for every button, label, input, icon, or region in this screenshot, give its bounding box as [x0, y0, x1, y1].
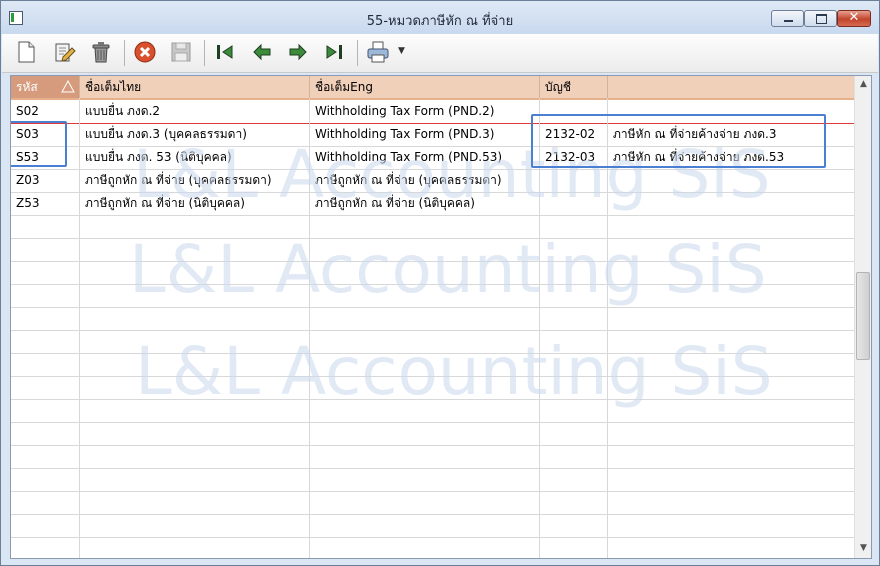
table-row[interactable]: Z03 ภาษีถูกหัก ณ ที่จ่าย (บุคคลธรรมดา) ภาษ… [11, 169, 854, 193]
column-divider [309, 98, 310, 558]
print-button[interactable] [365, 39, 391, 65]
cell-account-name[interactable] [608, 100, 854, 123]
close-icon: ✕ [848, 10, 860, 25]
cell-english-name[interactable]: Withholding Tax Form (PND.53) [310, 146, 540, 169]
maximize-button[interactable] [804, 10, 837, 27]
title-bar: 55-หมวดภาษีหัก ณ ที่จ่าย ✕ [1, 1, 879, 34]
toolbar-separator [357, 40, 358, 66]
column-divider [79, 98, 80, 558]
table-row[interactable] [11, 215, 854, 239]
cell-english-name[interactable]: ภาษีถูกหัก ณ ที่จ่าย (บุคคลธรรมดา) [310, 169, 540, 192]
new-button[interactable] [13, 39, 39, 65]
table-row[interactable]: S53 แบบยื่น ภงด. 53 (นิติบุคคล) Withholdin… [11, 146, 854, 170]
scrollbar-thumb[interactable] [856, 272, 870, 360]
previous-record-icon [253, 43, 271, 61]
cell-account[interactable] [540, 100, 608, 123]
toolbar-separator [204, 40, 205, 66]
edit-button[interactable] [51, 39, 77, 65]
sort-ascending-icon [61, 80, 75, 93]
grid-header: รหัส ชื่อเต็มไทย ชื่อเต็มEng บัญชี [11, 76, 854, 100]
table-row[interactable]: S03 แบบยื่น ภงด.3 (บุคคลธรรมดา) Withholdin… [11, 123, 854, 147]
column-header-label: ชื่อเต็มไทย [85, 80, 142, 94]
cell-account[interactable]: 2132-03 [540, 146, 608, 169]
print-dropdown-arrow-icon[interactable]: ▼ [398, 46, 405, 56]
table-row[interactable] [11, 353, 854, 377]
table-row[interactable] [11, 399, 854, 423]
table-row[interactable] [11, 330, 854, 354]
cell-account[interactable]: 2132-02 [540, 123, 608, 146]
minimize-icon [784, 20, 793, 22]
column-header-thai-name[interactable]: ชื่อเต็มไทย [80, 76, 310, 98]
cell-account-name[interactable]: ภาษีหัก ณ ที่จ่ายค้างจ่าย ภงด.53 [608, 146, 854, 169]
table-row[interactable]: S02 แบบยื่น ภงด.2 Withholding Tax Form (PN… [11, 100, 854, 124]
column-divider [607, 98, 608, 558]
vertical-scrollbar[interactable]: ▲ ▼ [854, 76, 871, 558]
next-record-button[interactable] [285, 39, 311, 65]
close-button[interactable]: ✕ [837, 10, 871, 27]
table-row[interactable] [11, 491, 854, 515]
cancel-icon [134, 41, 156, 63]
cell-account[interactable] [540, 169, 608, 192]
cell-account-name[interactable]: ภาษีหัก ณ ที่จ่ายค้างจ่าย ภงด.3 [608, 123, 854, 146]
app-window: 55-หมวดภาษีหัก ณ ที่จ่าย ✕ ▼ รหัส ชื่อเต… [0, 0, 880, 566]
cell-thai-name[interactable]: ภาษีถูกหัก ณ ที่จ่าย (บุคคลธรรมดา) [80, 169, 310, 192]
table-row[interactable] [11, 422, 854, 446]
save-icon [171, 42, 191, 62]
cell-thai-name[interactable]: แบบยื่น ภงด.3 (บุคคลธรรมดา) [80, 123, 310, 146]
toolbar: ▼ [2, 34, 878, 73]
cell-code[interactable]: Z03 [11, 169, 80, 192]
cell-english-name[interactable]: Withholding Tax Form (PND.3) [310, 123, 540, 146]
column-header-account-name[interactable] [608, 76, 854, 98]
cell-thai-name[interactable]: แบบยื่น ภงด.2 [80, 100, 310, 123]
new-document-icon [18, 41, 35, 63]
next-record-icon [289, 43, 307, 61]
cell-english-name[interactable]: ภาษีถูกหัก ณ ที่จ่าย (นิติบุคคล) [310, 192, 540, 215]
table-row[interactable]: Z53 ภาษีถูกหัก ณ ที่จ่าย (นิติบุคคล) ภาษีถ… [11, 192, 854, 216]
cancel-button[interactable] [132, 39, 158, 65]
table-row[interactable] [11, 514, 854, 538]
table-row[interactable] [11, 445, 854, 469]
cell-code[interactable]: Z53 [11, 192, 80, 215]
cell-english-name[interactable]: Withholding Tax Form (PND.2) [310, 100, 540, 123]
column-header-label: บัญชี [545, 80, 571, 94]
trash-icon [92, 42, 110, 63]
table-row[interactable] [11, 261, 854, 285]
cell-code[interactable]: S02 [11, 100, 80, 123]
cell-account-name[interactable] [608, 192, 854, 215]
first-record-button[interactable] [212, 39, 238, 65]
previous-record-button[interactable] [249, 39, 275, 65]
scroll-up-icon[interactable]: ▲ [855, 76, 871, 93]
scroll-down-icon[interactable]: ▼ [855, 540, 871, 557]
toolbar-separator [124, 40, 125, 66]
save-button[interactable] [168, 39, 194, 65]
column-divider [539, 98, 540, 558]
column-header-label: ชื่อเต็มEng [315, 80, 373, 94]
table-row[interactable] [11, 238, 854, 262]
printer-icon [367, 41, 389, 63]
cell-thai-name[interactable]: ภาษีถูกหัก ณ ที่จ่าย (นิติบุคคล) [80, 192, 310, 215]
cell-account-name[interactable] [608, 169, 854, 192]
minimize-button[interactable] [771, 10, 804, 27]
cell-code[interactable]: S53 [11, 146, 80, 169]
column-header-code[interactable]: รหัส [11, 76, 80, 98]
cell-account[interactable] [540, 192, 608, 215]
last-record-button[interactable] [321, 39, 347, 65]
first-record-icon [217, 45, 233, 59]
table-row[interactable] [11, 284, 854, 308]
edit-icon [55, 43, 76, 62]
table-row[interactable] [11, 537, 854, 558]
column-header-label: รหัส [16, 80, 38, 94]
table-row[interactable] [11, 376, 854, 400]
delete-button[interactable] [88, 39, 114, 65]
cell-code[interactable]: S03 [11, 123, 80, 146]
data-grid: รหัส ชื่อเต็มไทย ชื่อเต็มEng บัญชี S02 แบ… [10, 75, 872, 559]
window-title: 55-หมวดภาษีหัก ณ ที่จ่าย [366, 14, 514, 29]
last-record-icon [326, 45, 342, 59]
table-row[interactable] [11, 468, 854, 492]
table-row[interactable] [11, 307, 854, 331]
maximize-icon [816, 14, 827, 24]
column-header-account[interactable]: บัญชี [540, 76, 608, 98]
column-header-english-name[interactable]: ชื่อเต็มEng [310, 76, 540, 98]
cell-thai-name[interactable]: แบบยื่น ภงด. 53 (นิติบุคคล) [80, 146, 310, 169]
